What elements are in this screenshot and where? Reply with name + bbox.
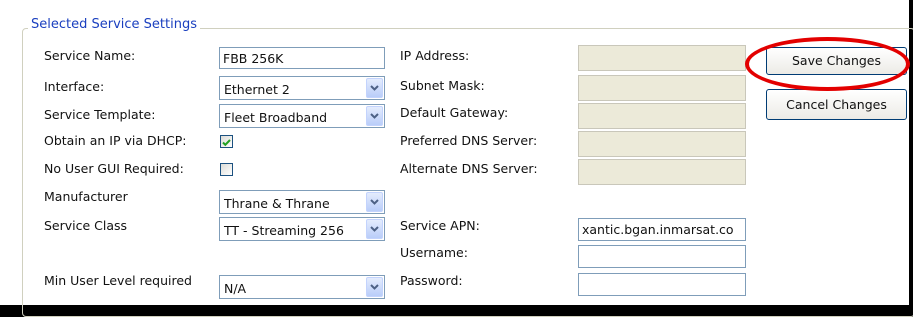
- subnet-mask-label: Subnet Mask:: [400, 78, 485, 93]
- service-template-select[interactable]: Fleet Broadband: [219, 104, 385, 128]
- default-gateway-label: Default Gateway:: [400, 105, 509, 120]
- dhcp-checkbox[interactable]: [220, 135, 233, 148]
- preferred-dns-label: Preferred DNS Server:: [400, 133, 538, 148]
- password-label: Password:: [400, 273, 463, 288]
- preferred-dns-field[interactable]: [578, 131, 746, 157]
- min-level-label: Min User Level required: [44, 273, 192, 288]
- interface-select-value: Ethernet 2: [224, 82, 290, 97]
- service-apn-input[interactable]: xantic.bgan.inmarsat.co: [578, 218, 746, 241]
- service-apn-label: Service APN:: [400, 218, 480, 233]
- chevron-down-icon[interactable]: [366, 78, 383, 98]
- chevron-down-icon[interactable]: [366, 277, 383, 297]
- chevron-down-icon[interactable]: [366, 192, 383, 212]
- chevron-down-icon[interactable]: [366, 219, 383, 239]
- alternate-dns-label: Alternate DNS Server:: [400, 161, 538, 176]
- service-template-label: Service Template:: [44, 107, 156, 122]
- alternate-dns-field[interactable]: [578, 159, 746, 185]
- settings-panel: Selected Service Settings Service Name: …: [0, 0, 913, 317]
- save-changes-button[interactable]: Save Changes: [766, 47, 907, 75]
- interface-label: Interface:: [44, 79, 105, 94]
- service-class-label: Service Class: [44, 218, 128, 233]
- dhcp-label: Obtain an IP via DHCP:: [44, 133, 187, 148]
- manufacturer-label: Manufacturer: [44, 189, 128, 204]
- chevron-down-icon[interactable]: [366, 106, 383, 126]
- no-gui-checkbox[interactable]: [220, 163, 233, 176]
- ip-address-label: IP Address:: [400, 48, 470, 63]
- min-level-select[interactable]: N/A: [219, 275, 385, 299]
- min-level-select-value: N/A: [224, 281, 247, 296]
- ip-address-field[interactable]: [578, 45, 746, 71]
- password-input[interactable]: [578, 273, 746, 296]
- service-name-input[interactable]: FBB 256K: [219, 47, 385, 69]
- checkmark-icon: [222, 139, 231, 147]
- service-template-select-value: Fleet Broadband: [224, 110, 328, 125]
- cancel-changes-button[interactable]: Cancel Changes: [766, 89, 907, 120]
- no-gui-label: No User GUI Required:: [44, 161, 184, 176]
- service-class-select[interactable]: TT - Streaming 256: [219, 217, 385, 241]
- interface-select[interactable]: Ethernet 2: [219, 76, 385, 100]
- manufacturer-select[interactable]: Thrane & Thrane: [219, 190, 385, 214]
- username-label: Username:: [400, 245, 468, 260]
- username-input[interactable]: [578, 245, 746, 268]
- group-title: Selected Service Settings: [28, 16, 200, 34]
- service-name-label: Service Name:: [44, 48, 136, 63]
- default-gateway-field[interactable]: [578, 103, 746, 129]
- service-class-select-value: TT - Streaming 256: [224, 223, 344, 238]
- subnet-mask-field[interactable]: [578, 75, 746, 101]
- manufacturer-select-value: Thrane & Thrane: [224, 196, 330, 211]
